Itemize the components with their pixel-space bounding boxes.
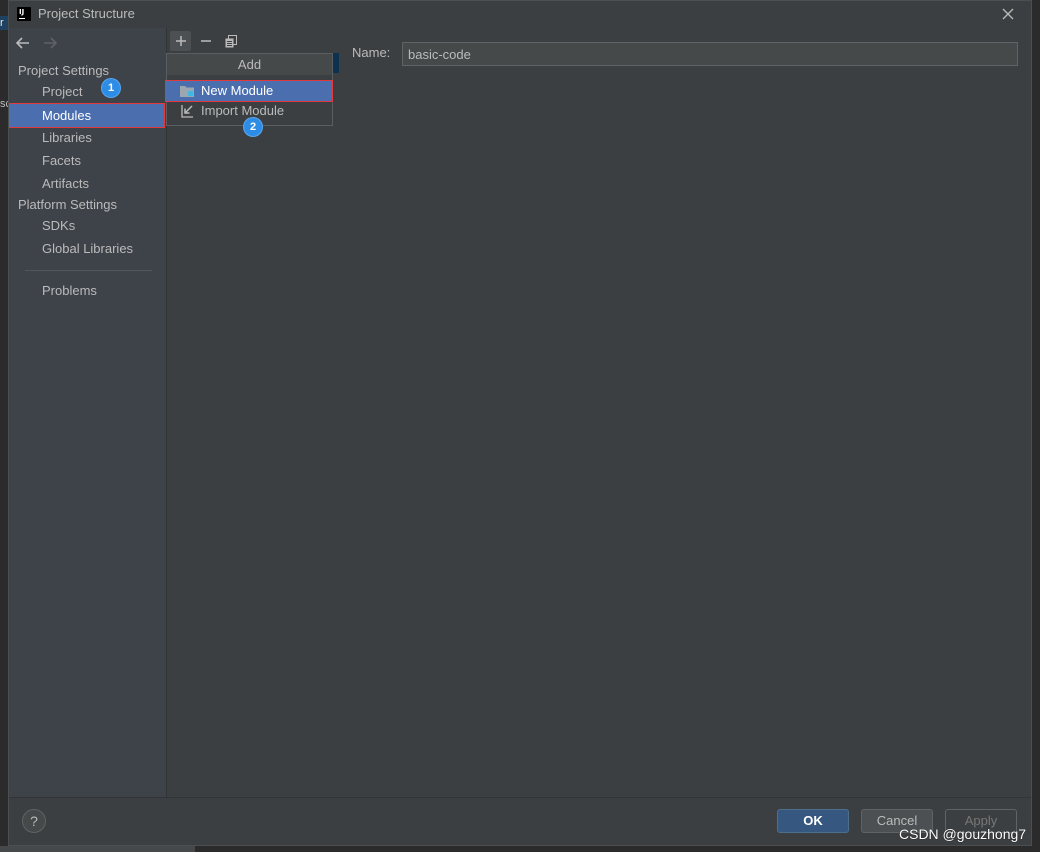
- arrow-left-icon[interactable]: [15, 35, 31, 51]
- sidebar-item-global-libraries[interactable]: Global Libraries: [8, 238, 166, 260]
- name-field[interactable]: [402, 42, 1018, 66]
- new-module-icon: [180, 85, 194, 97]
- sidebar-item-artifacts[interactable]: Artifacts: [8, 173, 166, 195]
- menu-item-new-module[interactable]: New Module: [165, 80, 333, 102]
- sidebar-separator: [25, 270, 152, 271]
- logo-lettering: IJ: [19, 8, 25, 16]
- settings-sidebar: Project Settings Project Modules Librari…: [8, 28, 166, 797]
- copy-button[interactable]: [220, 31, 241, 51]
- add-popup-menu: Add New Module Import Module: [165, 53, 333, 126]
- intellij-logo-icon: IJ: [17, 7, 31, 21]
- background-window-fragment: sc: [0, 98, 8, 110]
- dialog-footer: ? OK Cancel Apply: [8, 797, 1032, 846]
- project-structure-dialog: IJ Project Structure Project Settings Pr…: [8, 0, 1032, 846]
- sidebar-item-facets[interactable]: Facets: [8, 150, 166, 172]
- sidebar-item-project[interactable]: Project: [8, 81, 166, 103]
- add-button[interactable]: [170, 31, 191, 51]
- watermark: CSDN @gouzhong7: [899, 826, 1027, 842]
- footer-divider: [8, 797, 1032, 798]
- name-label: Name:: [352, 45, 391, 60]
- section-header-project-settings: Project Settings: [18, 63, 110, 78]
- copy-icon: [225, 35, 237, 48]
- sidebar-item-problems[interactable]: Problems: [8, 280, 166, 302]
- menu-item-label: Import Module: [201, 103, 285, 118]
- background-window-fragment: r: [0, 16, 8, 30]
- step-badge: 1: [102, 79, 120, 97]
- arrow-right-icon[interactable]: [42, 35, 58, 51]
- background-window-strip: [0, 846, 195, 852]
- module-details-panel: Name:: [340, 28, 1032, 797]
- dialog-title: Project Structure: [38, 6, 135, 21]
- sidebar-item-sdks[interactable]: SDKs: [8, 215, 166, 237]
- sidebar-item-libraries[interactable]: Libraries: [8, 127, 166, 149]
- minus-icon: [201, 40, 211, 42]
- remove-button[interactable]: [195, 31, 216, 51]
- sidebar-item-modules[interactable]: Modules: [8, 103, 165, 128]
- popup-title: Add: [167, 54, 332, 75]
- close-icon[interactable]: [1000, 6, 1016, 22]
- menu-item-label: New Module: [201, 83, 274, 98]
- section-header-platform-settings: Platform Settings: [18, 197, 117, 212]
- module-list-panel: [166, 28, 348, 797]
- help-button[interactable]: ?: [22, 809, 46, 833]
- title-bar: IJ Project Structure: [8, 0, 1032, 28]
- ok-button[interactable]: OK: [777, 809, 849, 833]
- plus-icon: [176, 36, 186, 46]
- import-module-icon: [180, 104, 194, 118]
- step-badge: 2: [244, 118, 262, 136]
